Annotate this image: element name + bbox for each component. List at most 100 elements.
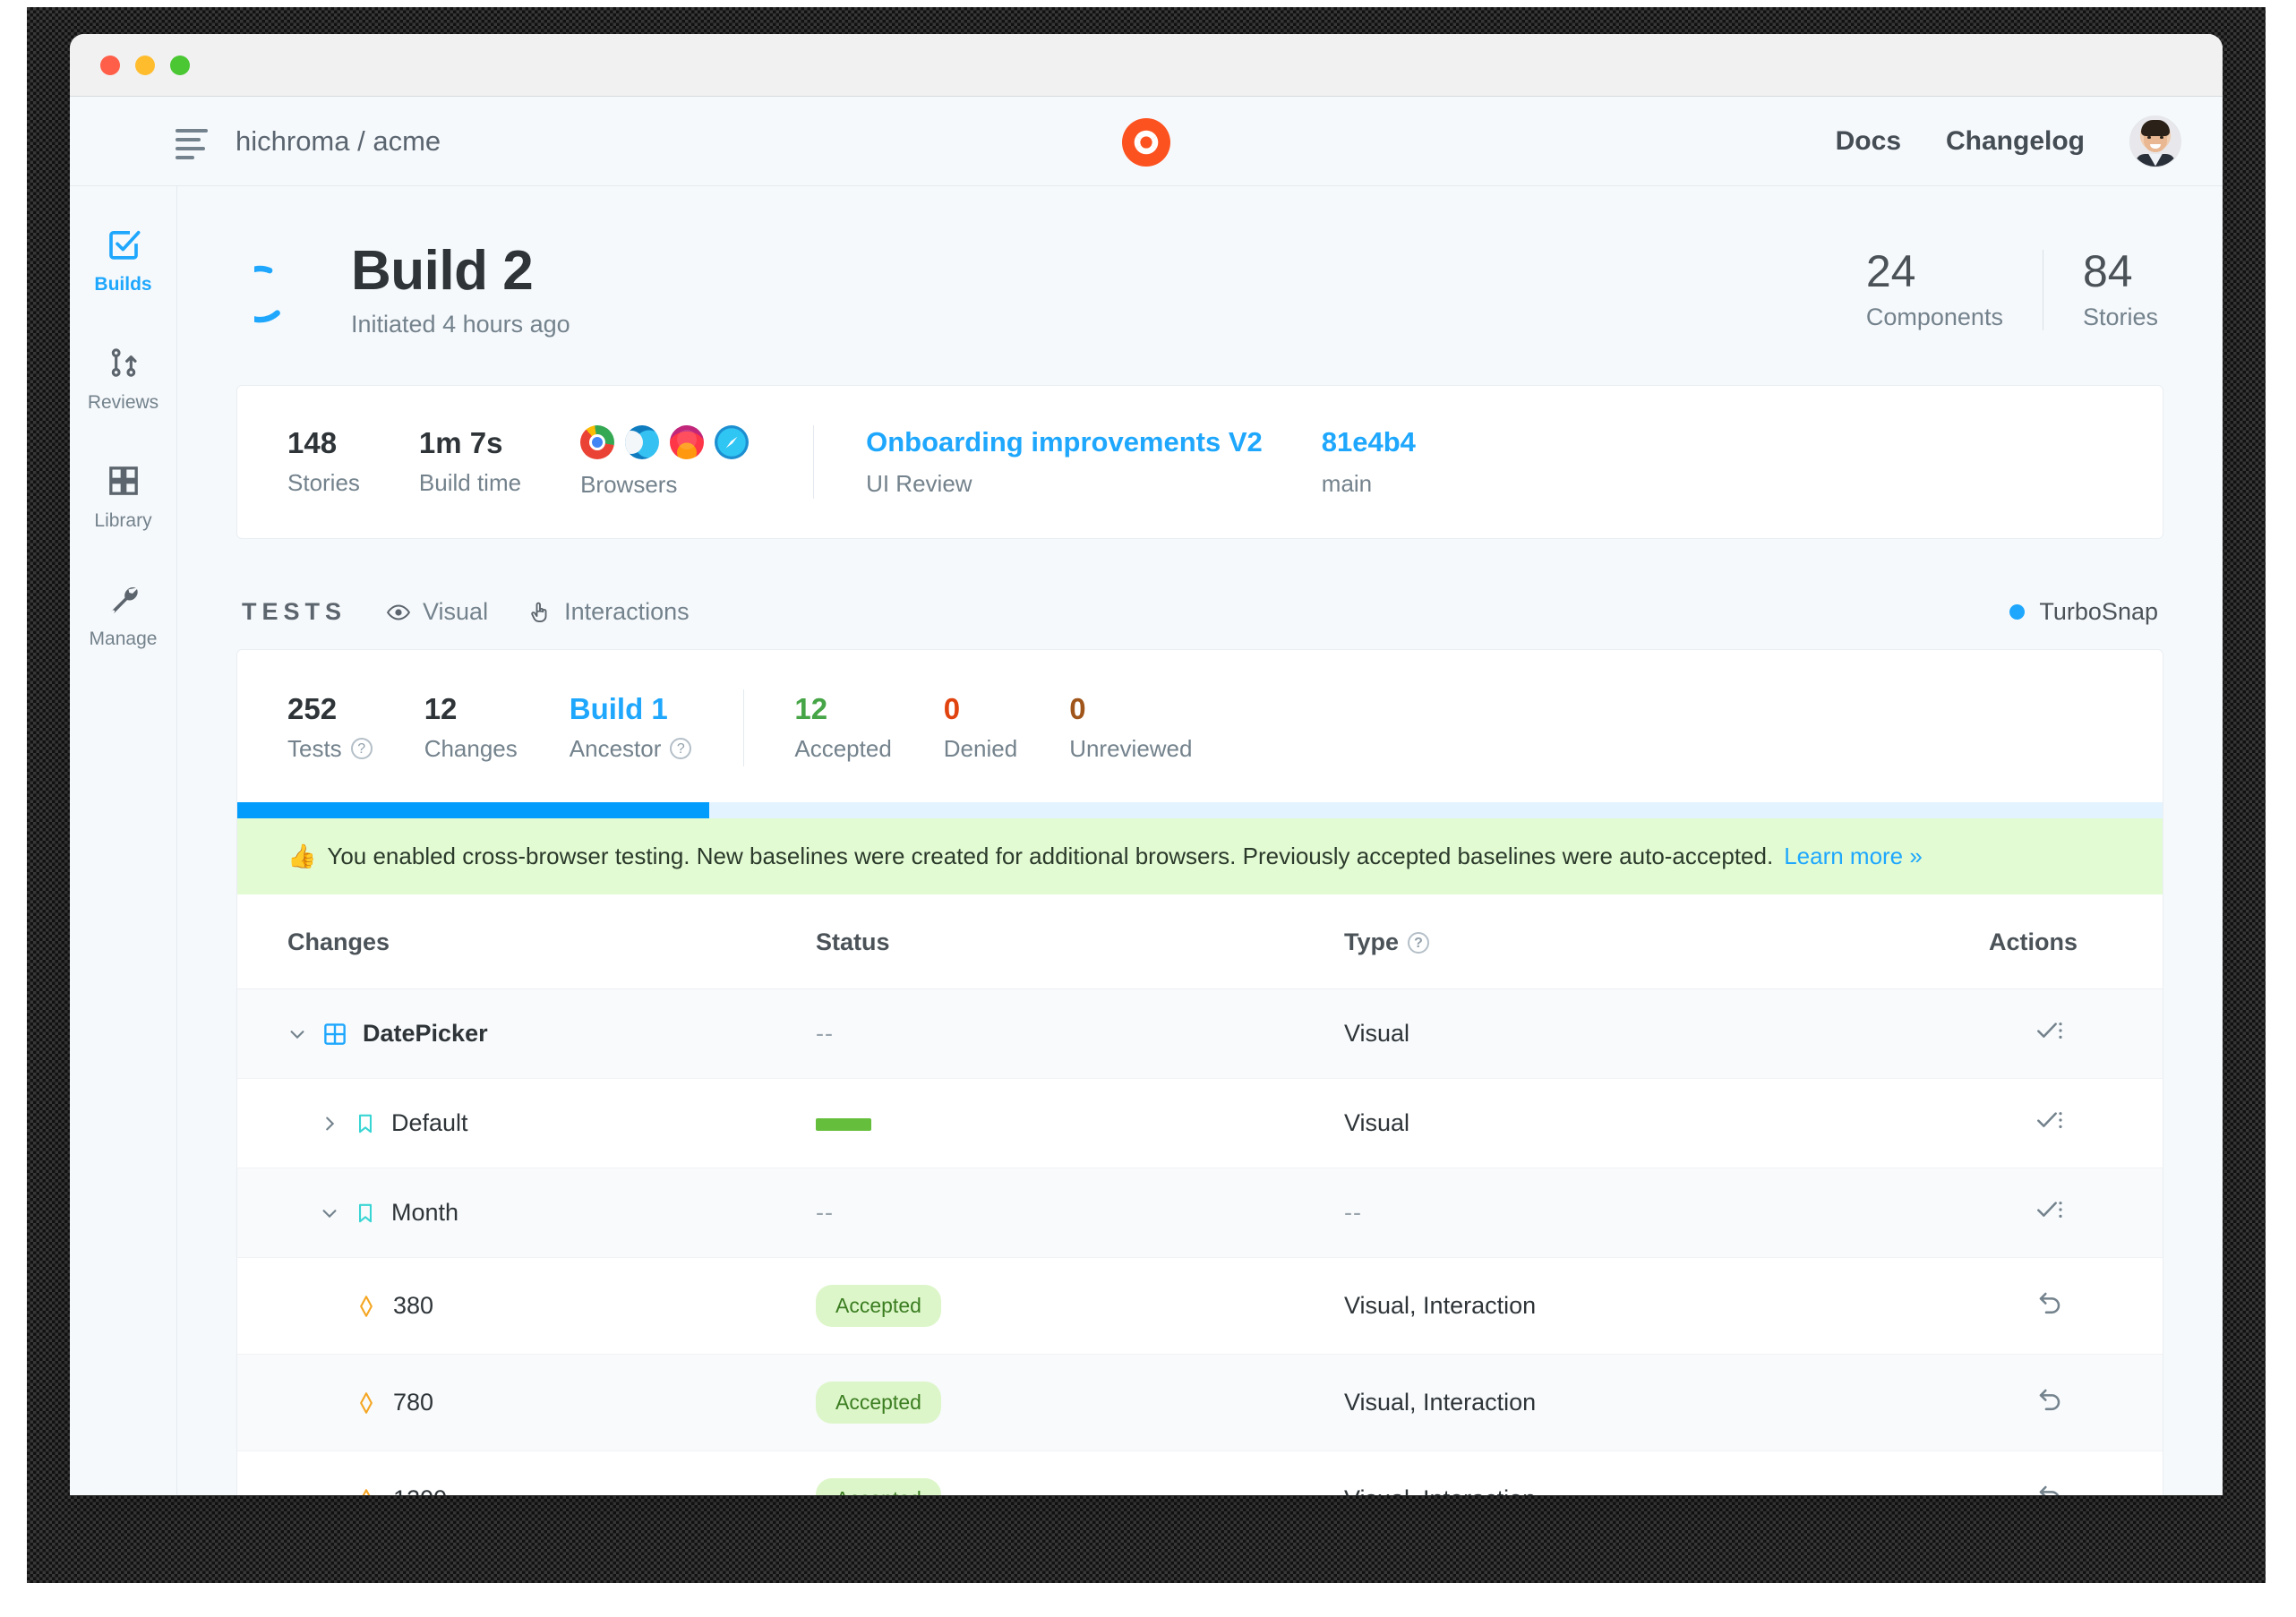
chevron-down-icon[interactable] [320,1203,339,1223]
sidebar-item-library[interactable]: Library [70,460,176,532]
stat-stories: 84 Stories [2043,249,2163,331]
undo-icon[interactable] [2035,1385,2064,1420]
stat-label: Unreviewed [1069,735,1192,763]
build-summary-stats: 24 Components 84 Stories [1827,249,2163,331]
build-subtitle: Initiated 4 hours ago [351,311,570,338]
tests-section-header: TESTS Visual Interactions [236,598,2163,649]
row-actions-cell [1989,1451,2163,1495]
check-all-icon[interactable] [2035,1195,2064,1230]
stat-label: Tests ? [287,735,373,763]
stat-label-text: Ancestor [570,735,662,763]
stat-value: 24 [1866,249,2003,294]
status-dash: -- [816,1199,834,1226]
ancestor-build-link[interactable]: Build 1 [570,694,692,723]
undo-icon[interactable] [2035,1482,2064,1495]
table-row[interactable]: 780 Accepted Visual, Interaction [237,1355,2163,1451]
info-stories: 148 Stories [287,428,360,497]
row-actions-cell [1989,1079,2163,1168]
menu-icon[interactable] [176,129,215,156]
info-value: 148 [287,428,360,458]
row-actions-cell [1989,989,2163,1079]
pointer-hand-icon [527,600,553,625]
column-header-changes: Changes [237,894,816,989]
info-banner: 👍 You enabled cross-browser testing. New… [237,818,2163,894]
progress-bar [237,802,2163,818]
row-name: 380 [393,1292,433,1320]
avatar[interactable] [2129,116,2181,167]
help-icon[interactable]: ? [1408,932,1429,954]
sidebar-item-manage[interactable]: Manage [70,578,176,650]
stat-value: 12 [794,694,891,723]
row-type: Visual [1344,1109,1409,1136]
branch-name: main [1322,470,1416,498]
table-row[interactable]: Month -- -- [237,1168,2163,1258]
turbosnap-badge: TurboSnap [2009,598,2158,626]
pull-request-link[interactable]: Onboarding improvements V2 [866,426,1263,458]
pull-request-icon [106,342,141,383]
sidebar-item-label: Manage [90,629,158,650]
header-nav: Docs Changelog [1836,116,2181,167]
tests-filter-visual[interactable]: Visual [386,598,488,626]
stat-changes: 12 Changes [424,694,570,763]
sidebar-item-reviews[interactable]: Reviews [70,342,176,414]
row-name: Default [391,1109,468,1137]
minimize-window-button[interactable] [135,56,155,75]
row-type-cell: Visual, Interaction [1344,1451,1989,1495]
check-all-icon[interactable] [2035,1106,2064,1141]
row-name: 1200 [393,1485,447,1495]
sidebar: Builds Reviews [70,186,177,1495]
row-type-cell: -- [1344,1168,1989,1258]
page-title: Build 2 [351,242,570,300]
table-header-row: Changes Status Type ? Actions [237,894,2163,989]
status-badge: Accepted [816,1382,941,1424]
table-row[interactable]: 1200 Accepted Visual, Interaction [237,1451,2163,1495]
commit-link[interactable]: 81e4b4 [1322,426,1416,458]
chevron-down-icon[interactable] [287,1024,307,1044]
row-name-cell: 780 [237,1355,816,1451]
row-name: 780 [393,1389,433,1416]
status-badge: Accepted [816,1478,941,1495]
stat-denied: 0 Denied [944,694,1069,763]
column-header-type: Type ? [1344,894,1989,989]
maximize-window-button[interactable] [170,56,190,75]
nav-link-docs[interactable]: Docs [1836,126,1901,157]
info-pull-request: Onboarding improvements V2 UI Review [866,426,1263,498]
row-status-cell: -- [816,1168,1344,1258]
row-type-cell: Visual [1344,1079,1989,1168]
stat-label: Components [1866,304,2003,331]
table-row[interactable]: Default Visual [237,1079,2163,1168]
table-row[interactable]: DatePicker -- Visual [237,989,2163,1079]
table-row[interactable]: 380 Accepted Visual, Interaction [237,1258,2163,1355]
main-content: Build 2 Initiated 4 hours ago 24 Compone… [177,186,2223,1495]
tests-stats-row: 252 Tests ? 12 Changes Build 1 [237,650,2163,802]
stat-label: Ancestor ? [570,735,692,763]
breadcrumb[interactable]: hichroma / acme [236,125,441,158]
check-all-icon[interactable] [2035,1016,2064,1051]
row-type: -- [1344,1199,1362,1226]
chromatic-logo[interactable] [1122,118,1170,167]
row-type: Visual [1344,1020,1409,1047]
row-actions-cell [1989,1355,2163,1451]
sidebar-item-label: Reviews [88,392,158,414]
nav-link-changelog[interactable]: Changelog [1946,126,2085,157]
sidebar-item-builds[interactable]: Builds [70,224,176,295]
screenshot-root: hichroma / acme [0,0,2296,1617]
stat-ancestor: Build 1 Ancestor ? [570,694,744,763]
stat-label: Changes [424,735,518,763]
stat-value: 12 [424,694,518,723]
undo-icon[interactable] [2035,1288,2064,1323]
close-window-button[interactable] [100,56,120,75]
window-titlebar [70,34,2223,97]
divider [743,689,744,766]
learn-more-link[interactable]: Learn more » [1784,843,1923,870]
help-icon[interactable]: ? [351,738,373,759]
sidebar-item-label: Builds [94,274,151,295]
tests-filter-interactions[interactable]: Interactions [527,598,690,626]
help-icon[interactable]: ? [670,738,691,759]
status-dot-icon [2009,604,2025,620]
safari-icon [715,425,749,459]
column-header-actions: Actions [1989,894,2163,989]
divider [813,425,814,499]
chevron-right-icon[interactable] [320,1114,339,1134]
row-type-cell: Visual [1344,989,1989,1079]
